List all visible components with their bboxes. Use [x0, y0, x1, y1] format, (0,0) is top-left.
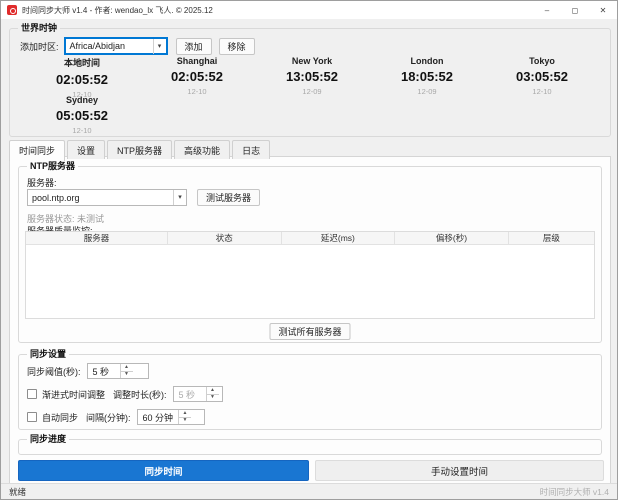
clock-name: Sydney — [22, 95, 142, 105]
clock-date: 12-10 — [482, 87, 602, 96]
clock-time: 02:05:52 — [137, 69, 257, 84]
clock-date: 12-10 — [22, 126, 142, 135]
server-table-body — [26, 245, 594, 319]
sync-settings-group: 同步设置 同步阈值(秒): 5 秒 ▲▼ 渐进式时间调整 调整时长(秒): 5 … — [18, 354, 602, 430]
clock-time: 13:05:52 — [252, 69, 372, 84]
tab-advanced[interactable]: 高级功能 — [174, 140, 230, 159]
status-bar-app-version: 时间同步大师 v1.4 — [540, 486, 609, 498]
add-timezone-button[interactable]: 添加 — [176, 38, 212, 55]
sync-settings-group-title: 同步设置 — [27, 349, 69, 360]
remove-timezone-button[interactable]: 移除 — [219, 38, 255, 55]
clock-item-local: 本地时间 02:05:52 12-10 — [22, 56, 142, 99]
world-clock-group-title: 世界时钟 — [18, 23, 60, 34]
gradual-duration-label: 调整时长(秒): — [113, 388, 167, 401]
clock-item-london: London 18:05:52 12-09 — [367, 56, 487, 96]
col-header-offset[interactable]: 偏移(秒) — [395, 232, 509, 244]
sync-threshold-label: 同步阈值(秒): — [27, 365, 81, 378]
maximize-button[interactable]: ◻ — [561, 1, 589, 19]
clock-name: 本地时间 — [22, 56, 142, 69]
app-window: 时间同步大师 v1.4 - 作者: wendao_lx 飞人. © 2025.1… — [0, 0, 618, 500]
col-header-stratum[interactable]: 层级 — [509, 232, 594, 244]
tab-ntp-server[interactable]: NTP服务器 — [107, 140, 172, 159]
clock-date: 12-09 — [367, 87, 487, 96]
gradual-adjust-label: 渐进式时间调整 — [42, 388, 105, 401]
clock-name: New York — [252, 56, 372, 66]
minimize-button[interactable]: – — [533, 1, 561, 19]
sync-threshold-stepper[interactable]: 5 秒 ▲▼ — [87, 363, 149, 379]
tab-bar: 时间同步 设置 NTP服务器 高级功能 日志 — [9, 140, 270, 159]
tab-time-sync[interactable]: 时间同步 — [9, 140, 65, 161]
col-header-server[interactable]: 服务器 — [26, 232, 168, 244]
stepper-arrows[interactable]: ▲▼ — [120, 364, 133, 378]
sync-progress-group: 同步进度 — [18, 439, 602, 455]
server-quality-table: 服务器 状态 延迟(ms) 偏移(秒) 层级 — [25, 231, 595, 319]
auto-interval-stepper[interactable]: 60 分钟 ▲▼ — [137, 409, 205, 425]
clock-date: 12-10 — [137, 87, 257, 96]
world-clock-group: 世界时钟 添加时区: Africa/Abidjan ▾ 添加 移除 本地时间 0… — [9, 28, 611, 137]
app-icon — [7, 5, 17, 15]
clock-name: Tokyo — [482, 56, 602, 66]
timezone-select[interactable]: Africa/Abidjan ▾ — [64, 37, 168, 55]
ntp-group-title: NTP服务器 — [27, 161, 78, 172]
chevron-down-icon: ▾ — [173, 190, 186, 205]
auto-sync-label: 自动同步 — [42, 411, 78, 424]
chevron-down-icon: ▾ — [153, 39, 166, 54]
stepper-arrows[interactable]: ▲▼ — [178, 410, 191, 424]
timezone-selected-value: Africa/Abidjan — [66, 41, 153, 51]
clock-time: 02:05:52 — [22, 72, 142, 87]
tab-settings[interactable]: 设置 — [67, 140, 105, 159]
arrow-down-icon[interactable]: ▼ — [121, 372, 133, 379]
status-text: 就绪 — [9, 486, 26, 498]
sync-progress-group-title: 同步进度 — [27, 434, 69, 445]
server-table-header: 服务器 状态 延迟(ms) 偏移(秒) 层级 — [26, 232, 594, 245]
clock-item-sydney: Sydney 05:05:52 12-10 — [22, 95, 142, 135]
status-bar: 就绪 时间同步大师 v1.4 — [1, 483, 617, 499]
manual-set-time-button[interactable]: 手动设置时间 — [315, 460, 604, 481]
clock-date: 12-09 — [252, 87, 372, 96]
arrow-down-icon[interactable]: ▼ — [207, 395, 219, 402]
close-button[interactable]: ✕ — [589, 1, 617, 19]
clock-time: 03:05:52 — [482, 69, 602, 84]
tab-log[interactable]: 日志 — [232, 140, 270, 159]
stepper-value: 5 秒 — [174, 387, 206, 401]
server-label: 服务器: — [27, 176, 57, 189]
clock-item-tokyo: Tokyo 03:05:52 12-10 — [482, 56, 602, 96]
col-header-status[interactable]: 状态 — [168, 232, 282, 244]
time-sync-panel: NTP服务器 服务器: pool.ntp.org ▾ 测试服务器 服务器状态: … — [9, 156, 611, 484]
sync-time-button[interactable]: 同步时间 — [18, 460, 309, 481]
gradual-duration-stepper[interactable]: 5 秒 ▲▼ — [173, 386, 223, 402]
ntp-server-group: NTP服务器 服务器: pool.ntp.org ▾ 测试服务器 服务器状态: … — [18, 166, 602, 343]
stepper-value: 60 分钟 — [138, 410, 179, 424]
clock-item-new-york: New York 13:05:52 12-09 — [252, 56, 372, 96]
ntp-server-selected-value: pool.ntp.org — [28, 193, 173, 203]
arrow-down-icon[interactable]: ▼ — [179, 418, 191, 425]
window-controls: – ◻ ✕ — [533, 1, 617, 19]
clock-item-shanghai: Shanghai 02:05:52 12-10 — [137, 56, 257, 96]
clock-time: 18:05:52 — [367, 69, 487, 84]
add-timezone-label: 添加时区: — [20, 40, 59, 53]
test-server-button[interactable]: 测试服务器 — [197, 189, 260, 206]
stepper-arrows[interactable]: ▲▼ — [206, 387, 219, 401]
gradual-adjust-checkbox[interactable] — [27, 389, 37, 399]
stepper-value: 5 秒 — [88, 364, 120, 378]
clock-name: Shanghai — [137, 56, 257, 66]
clock-name: London — [367, 56, 487, 66]
clock-time: 05:05:52 — [22, 108, 142, 123]
title-bar: 时间同步大师 v1.4 - 作者: wendao_lx 飞人. © 2025.1… — [1, 1, 617, 19]
col-header-latency[interactable]: 延迟(ms) — [282, 232, 396, 244]
window-title: 时间同步大师 v1.4 - 作者: wendao_lx 飞人. © 2025.1… — [22, 5, 213, 16]
test-all-servers-button[interactable]: 测试所有服务器 — [269, 323, 350, 340]
auto-sync-checkbox[interactable] — [27, 412, 37, 422]
auto-interval-label: 间隔(分钟): — [86, 411, 131, 424]
ntp-server-select[interactable]: pool.ntp.org ▾ — [27, 189, 187, 206]
